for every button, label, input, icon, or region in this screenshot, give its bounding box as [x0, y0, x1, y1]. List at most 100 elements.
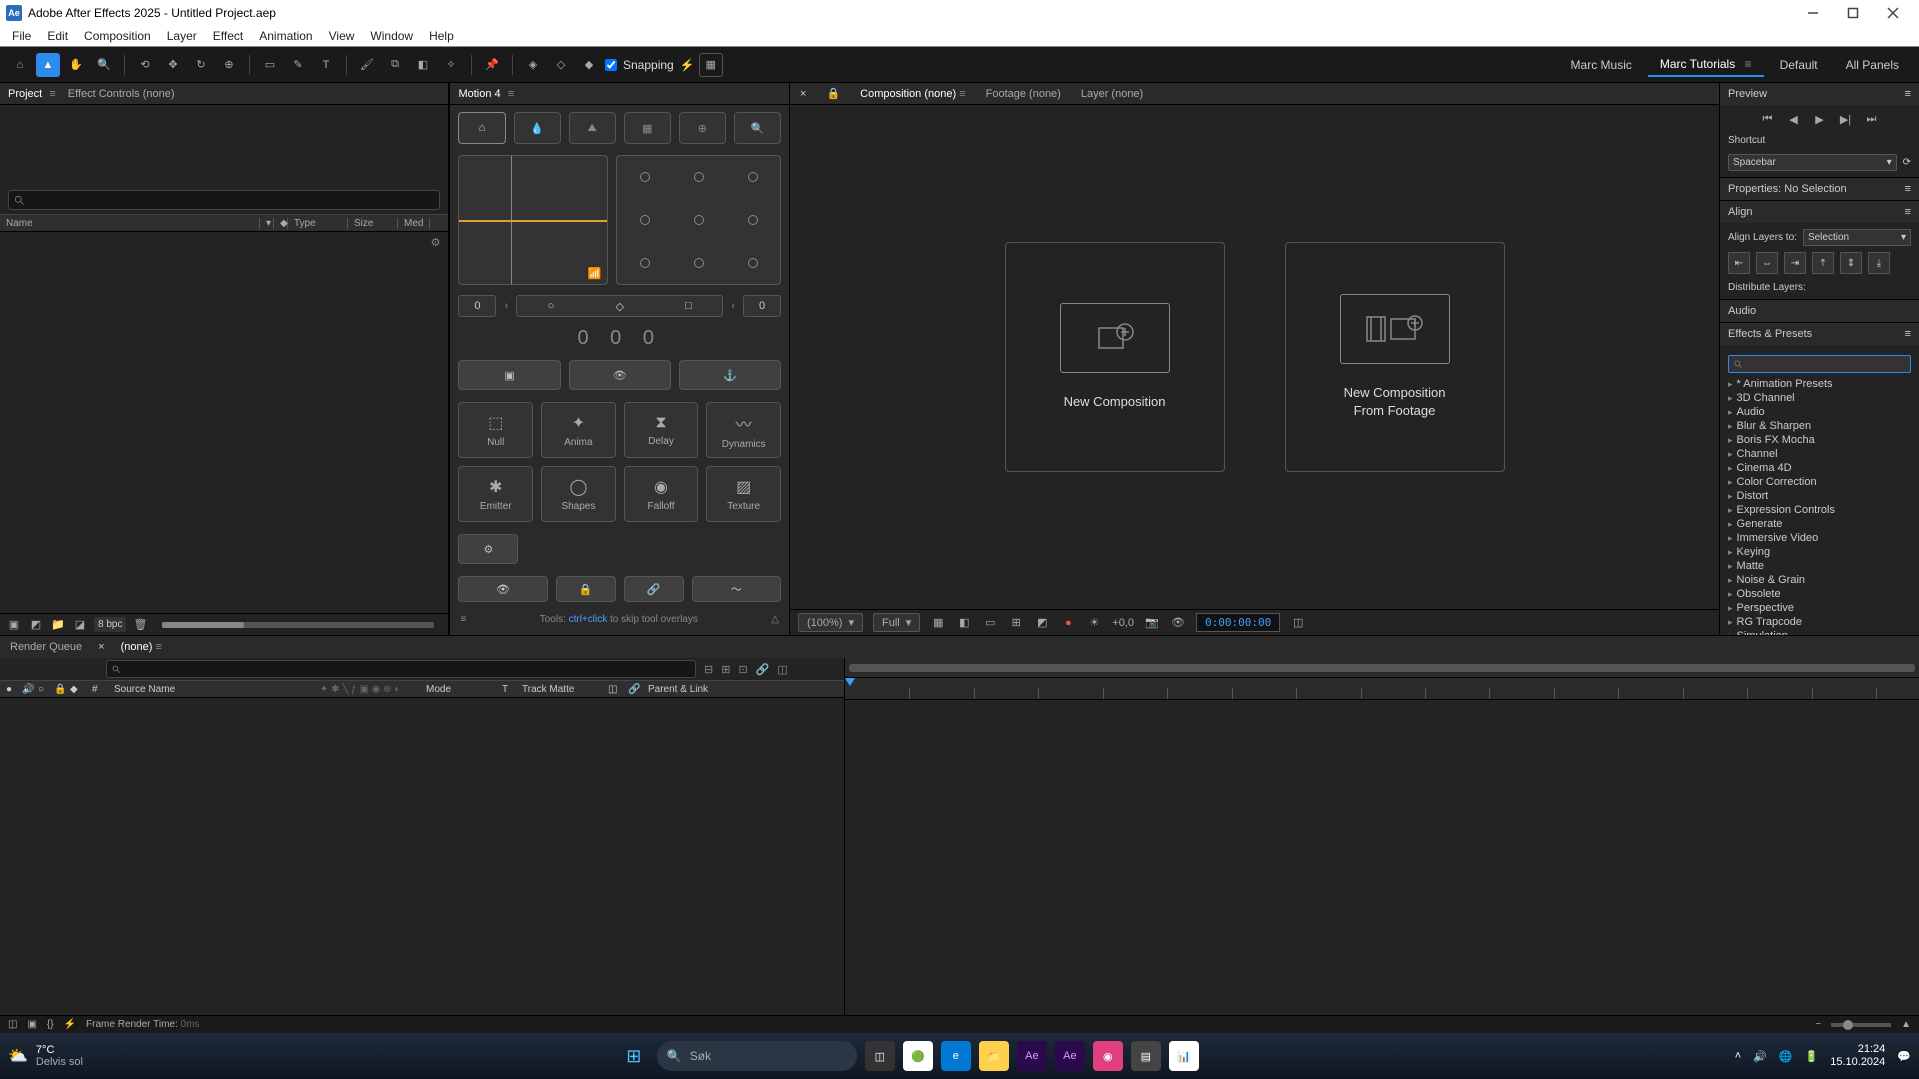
align-vcenter[interactable]: ⇕	[1840, 252, 1862, 274]
align-target-select[interactable]: Selection▾	[1803, 229, 1911, 246]
tool-opt-3[interactable]: ◆	[577, 53, 601, 77]
effects-category[interactable]: RG Trapcode	[1728, 615, 1911, 629]
reset-exposure-icon[interactable]: ☀	[1086, 615, 1102, 631]
close-button[interactable]	[1873, 1, 1913, 25]
tl-icon-5[interactable]: ◫	[777, 663, 787, 676]
tray-chevron[interactable]: ˄	[1735, 1050, 1741, 1062]
menu-layer[interactable]: Layer	[159, 27, 205, 45]
tab-project[interactable]: Project ≡	[8, 85, 56, 103]
col-size[interactable]: Size	[348, 218, 398, 229]
align-menu-icon[interactable]: ≡	[1905, 206, 1911, 218]
tl-icon-3[interactable]: ⊡	[738, 663, 747, 676]
effects-category[interactable]: Blur & Sharpen	[1728, 419, 1911, 433]
taskbar-app3[interactable]: 📊	[1169, 1041, 1199, 1071]
start-button[interactable]: ⊞	[619, 1041, 649, 1071]
new-composition-button[interactable]: New Composition	[1005, 242, 1225, 472]
m4-extra-tool[interactable]: ⚙	[458, 534, 518, 564]
grid-toggle[interactable]: ▦	[699, 53, 723, 77]
effects-category[interactable]: Immersive Video	[1728, 531, 1911, 545]
rectangle-tool[interactable]: ▭	[258, 53, 282, 77]
zoom-tool[interactable]: 🔍	[92, 53, 116, 77]
m4-tab-grid[interactable]: ▦	[624, 112, 671, 144]
anchor-bl[interactable]	[640, 258, 650, 268]
eraser-tool[interactable]: ◧	[411, 53, 435, 77]
m4-tool-delay[interactable]: ⧗Delay	[624, 402, 699, 458]
region-icon[interactable]: ▭	[982, 615, 998, 631]
next-frame-button[interactable]: ▶|	[1838, 111, 1854, 127]
m4-tab-home[interactable]: ⌂	[458, 112, 505, 144]
m4-tool-null[interactable]: ⬚Null	[458, 402, 533, 458]
status-icon-2[interactable]: ▣	[27, 1019, 36, 1030]
snapshot-icon[interactable]: 📷	[1144, 615, 1160, 631]
tl-col-source[interactable]: Source Name	[114, 684, 314, 695]
effects-category[interactable]: Generate	[1728, 517, 1911, 531]
effects-category[interactable]: Cinema 4D	[1728, 461, 1911, 475]
col-sort-icon[interactable]: ▾	[260, 218, 274, 229]
m4-tool-anima[interactable]: ✦Anima	[541, 402, 616, 458]
anchor-mc[interactable]	[694, 215, 704, 225]
tl-col-trackmatte[interactable]: Track Matte	[522, 684, 602, 695]
tray-volume-icon[interactable]: 🔊	[1753, 1050, 1767, 1063]
workspace-all-panels[interactable]: All Panels	[1834, 54, 1911, 76]
shortcut-cycle-icon[interactable]: ⟳	[1903, 157, 1911, 168]
play-button[interactable]: ▶	[1812, 111, 1828, 127]
effects-category[interactable]: 3D Channel	[1728, 391, 1911, 405]
anchor-mr[interactable]	[748, 215, 758, 225]
effects-category[interactable]: Obsolete	[1728, 587, 1911, 601]
home-button[interactable]: ⌂	[8, 53, 32, 77]
align-top[interactable]: ⤒	[1812, 252, 1834, 274]
m4-tab-search[interactable]: 🔍	[734, 112, 781, 144]
anchor-tl[interactable]	[640, 172, 650, 182]
brush-tool[interactable]: 🖌	[355, 53, 379, 77]
m4-curve[interactable]: 〜	[692, 576, 781, 602]
comp-tab-close[interactable]: ×	[800, 88, 806, 100]
taskbar-explorer[interactable]: 📁	[979, 1041, 1009, 1071]
align-left[interactable]: ⇤	[1728, 252, 1750, 274]
color-mgmt-icon[interactable]: ●	[1060, 615, 1076, 631]
status-icon-4[interactable]: ⚡	[64, 1019, 76, 1030]
m4-kf-set[interactable]: ◇	[615, 300, 623, 313]
taskbar-edge[interactable]: e	[941, 1041, 971, 1071]
tl-col-lock[interactable]: 🔒	[54, 684, 64, 695]
effects-category[interactable]: * Animation Presets	[1728, 377, 1911, 391]
tab-layer[interactable]: Layer (none)	[1081, 85, 1143, 103]
taskbar-ae2[interactable]: Ae	[1055, 1041, 1085, 1071]
preview-menu-icon[interactable]: ≡	[1905, 88, 1911, 100]
timeline-ruler[interactable]	[845, 678, 1919, 700]
new-composition-from-footage-button[interactable]: New CompositionFrom Footage	[1285, 242, 1505, 472]
effects-category[interactable]: Channel	[1728, 447, 1911, 461]
timeline-navigator[interactable]	[845, 658, 1919, 678]
effects-category[interactable]: Boris FX Mocha	[1728, 433, 1911, 447]
menu-effect[interactable]: Effect	[205, 27, 251, 45]
taskbar-app2[interactable]: ▤	[1131, 1041, 1161, 1071]
shortcut-select[interactable]: Spacebar▾	[1728, 154, 1897, 171]
exposure-value[interactable]: +0,0	[1112, 617, 1134, 629]
anchor-ml[interactable]	[640, 215, 650, 225]
new-bin-icon[interactable]: ▣	[6, 617, 22, 633]
m4-tool-texture[interactable]: ▨Texture	[706, 466, 781, 522]
last-frame-button[interactable]: ⏭	[1864, 111, 1880, 127]
m4-value-left[interactable]: 0	[458, 295, 496, 317]
timecode-icon[interactable]: ◫	[1290, 615, 1306, 631]
anchor-tc[interactable]	[694, 172, 704, 182]
menu-help[interactable]: Help	[421, 27, 462, 45]
m4-ease-graph[interactable]: 📶	[458, 155, 608, 285]
tl-col-label[interactable]: ◆	[70, 684, 86, 695]
status-icon-1[interactable]: ◫	[8, 1019, 17, 1030]
roto-tool[interactable]: ✧	[439, 53, 463, 77]
m4-tab-water[interactable]: 💧	[514, 112, 561, 144]
align-bottom[interactable]: ⤓	[1868, 252, 1890, 274]
orbit-tool[interactable]: ⟲	[133, 53, 157, 77]
m4-warning-icon[interactable]: △	[771, 614, 779, 625]
menu-window[interactable]: Window	[362, 27, 421, 45]
m4-tool-shapes[interactable]: ◯Shapes	[541, 466, 616, 522]
status-icon-3[interactable]: {}	[47, 1019, 54, 1030]
tab-motion4[interactable]: Motion 4 ≡	[458, 85, 514, 103]
taskbar-ae[interactable]: Ae	[1017, 1041, 1047, 1071]
col-tag-icon[interactable]: ◆	[274, 218, 288, 229]
m4-lock[interactable]: 🔒	[556, 576, 616, 602]
zoom-in-icon[interactable]: ▲	[1901, 1019, 1911, 1030]
tl-icon-2[interactable]: ⊞	[721, 663, 730, 676]
menu-file[interactable]: File	[4, 27, 39, 45]
menu-animation[interactable]: Animation	[251, 27, 320, 45]
